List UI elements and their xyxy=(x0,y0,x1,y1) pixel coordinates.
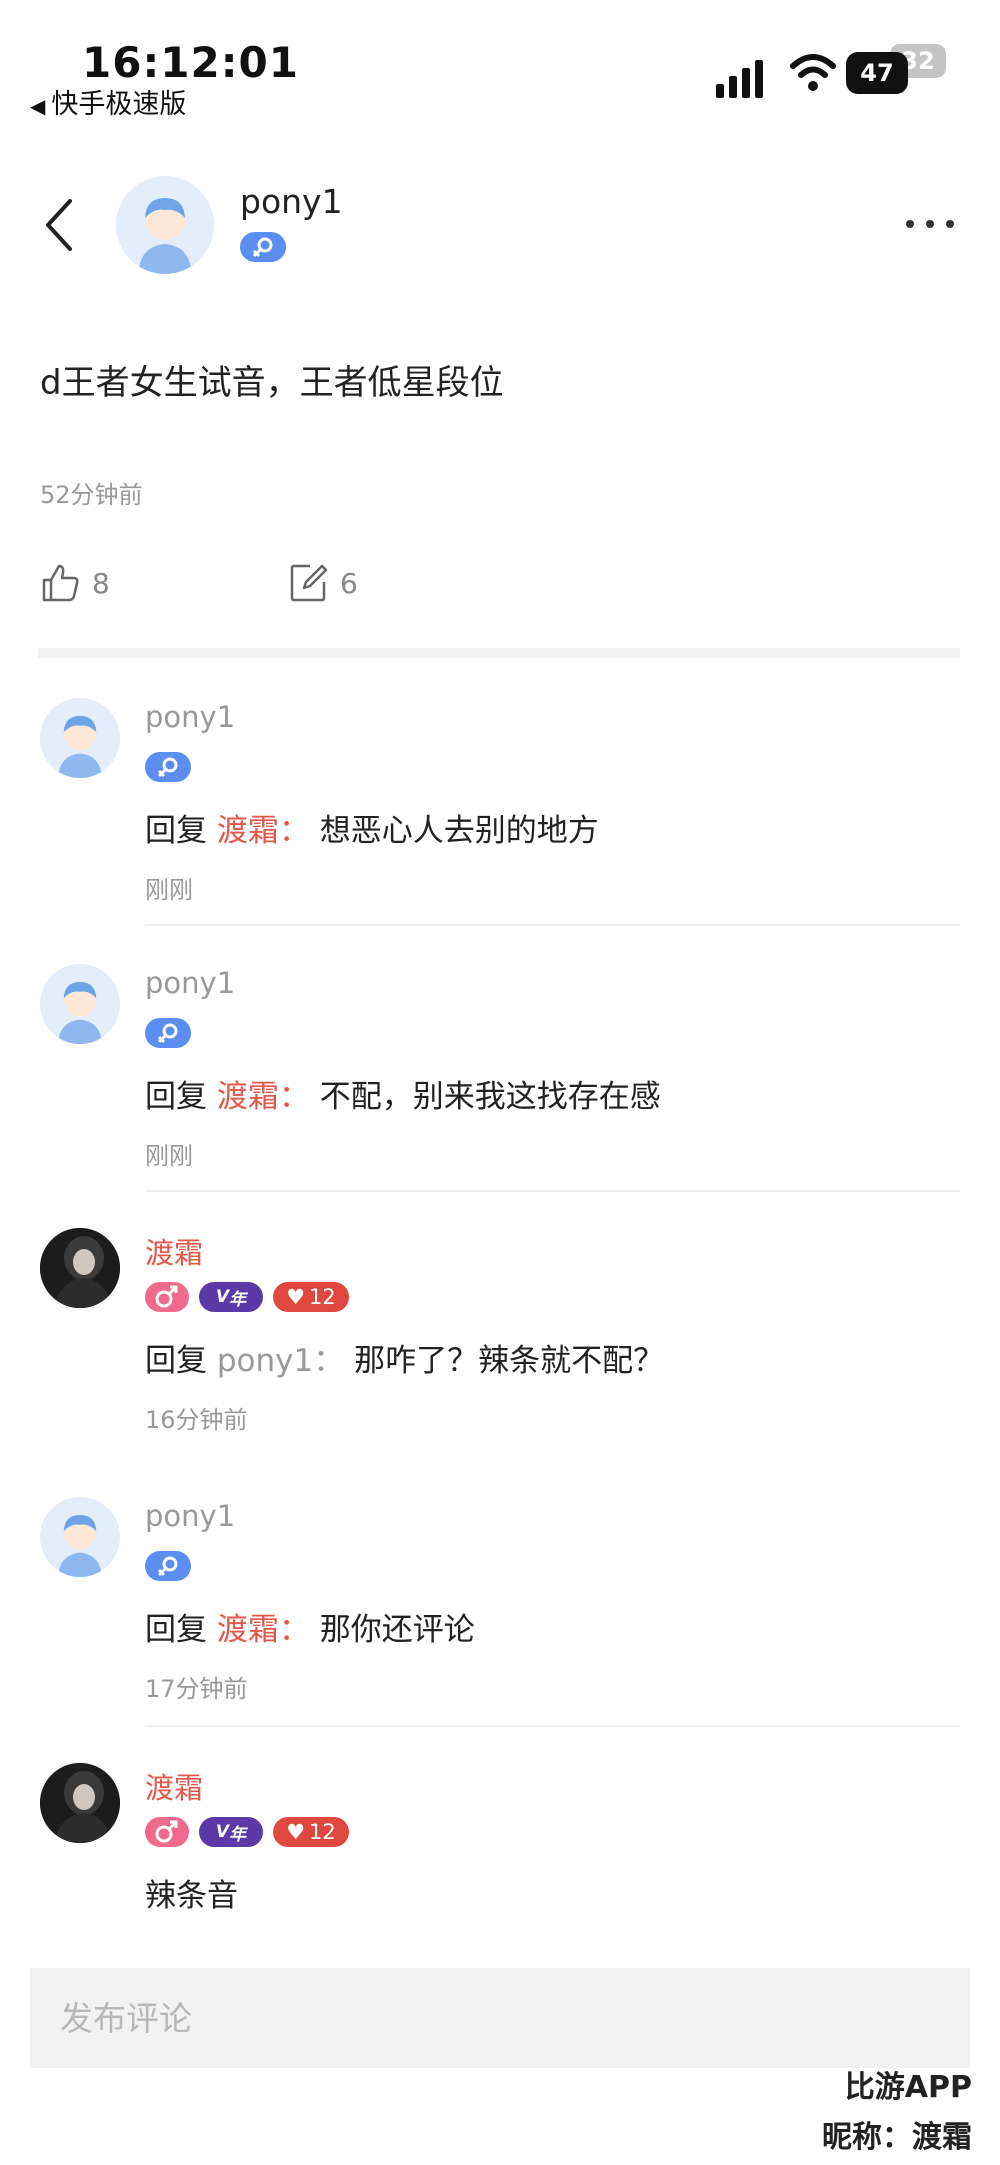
comment-divider xyxy=(145,924,960,926)
reply-target[interactable]: 渡霜： xyxy=(217,813,310,849)
default-avatar-icon xyxy=(40,698,120,778)
commenter-badges: V年 ♥ 12 xyxy=(145,1817,349,1847)
reply-target[interactable]: 渡霜： xyxy=(217,1079,310,1115)
reply-target[interactable]: 渡霜： xyxy=(217,1612,310,1648)
comment-divider xyxy=(145,1190,960,1192)
vip-v-icon: V xyxy=(215,1287,230,1307)
male-gender-badge xyxy=(145,1817,189,1847)
default-avatar-icon xyxy=(40,1497,120,1577)
reply-prefix: 回复 xyxy=(145,1079,207,1115)
author-name[interactable]: pony1 xyxy=(240,182,343,221)
vip-badge: V年 xyxy=(199,1282,263,1312)
reply-prefix: 回复 xyxy=(145,1612,207,1648)
like-count: 8 xyxy=(92,566,110,600)
comment-body: 不配，别来我这找存在感 xyxy=(319,1079,661,1115)
female-gender-badge xyxy=(145,752,191,782)
default-avatar-icon xyxy=(40,964,120,1044)
level-value: 12 xyxy=(309,1820,336,1844)
back-arrow-icon[interactable] xyxy=(40,195,80,255)
commenter-badges xyxy=(145,752,191,782)
female-icon xyxy=(252,237,273,258)
female-gender-badge xyxy=(145,1551,191,1581)
commenter-avatar[interactable] xyxy=(40,1228,120,1308)
default-avatar-icon xyxy=(116,176,214,274)
comment-body: 辣条音 xyxy=(145,1878,238,1914)
comment-button[interactable]: 6 xyxy=(288,562,358,604)
commenter-name[interactable]: pony1 xyxy=(145,1499,235,1533)
commenter-badges xyxy=(145,1551,191,1581)
level-badge: ♥ 12 xyxy=(273,1817,349,1847)
watermark-nickname: 昵称：渡霜 xyxy=(822,2120,972,2155)
comment-text[interactable]: 回复 渡霜： 想恶心人去别的地方 xyxy=(145,805,599,850)
comment-text[interactable]: 回复 pony1： 那咋了？辣条就不配？ xyxy=(145,1335,664,1380)
battery-indicator: 47 xyxy=(846,52,908,94)
reply-prefix: 回复 xyxy=(145,1343,207,1379)
status-time: 16:12:01 xyxy=(82,38,299,87)
level-badge: ♥ 12 xyxy=(273,1282,349,1312)
female-gender-badge xyxy=(240,232,286,262)
post-actions: 8 6 xyxy=(40,562,640,612)
post-header: pony1 xyxy=(0,160,1000,290)
comment-text[interactable]: 回复 渡霜： 不配，别来我这找存在感 xyxy=(145,1071,661,1116)
vip-v-icon: V xyxy=(215,1822,230,1842)
comment-time: 刚刚 xyxy=(145,1142,193,1170)
comment-count: 6 xyxy=(340,566,358,600)
comment-time: 刚刚 xyxy=(145,876,193,904)
commenter-name[interactable]: pony1 xyxy=(145,700,235,734)
comment-divider xyxy=(145,1725,960,1727)
comment-time: 17分钟前 xyxy=(145,1675,248,1703)
female-icon xyxy=(157,757,178,778)
vip-badge: V年 xyxy=(199,1817,263,1847)
comment-body: 那咋了？辣条就不配？ xyxy=(354,1343,665,1379)
more-options-icon[interactable] xyxy=(906,216,958,232)
wifi-icon xyxy=(790,54,836,91)
comment-text[interactable]: 辣条音 xyxy=(145,1870,238,1915)
comment-input[interactable] xyxy=(30,1968,970,2068)
commenter-avatar[interactable] xyxy=(40,698,120,778)
female-icon xyxy=(157,1556,178,1577)
watermark-app: 比游APP xyxy=(844,2070,972,2105)
comment-time: 16分钟前 xyxy=(145,1406,248,1434)
commenter-name[interactable]: pony1 xyxy=(145,966,235,1000)
reply-prefix: 回复 xyxy=(145,813,207,849)
commenter-name[interactable]: 渡霜 xyxy=(145,1230,203,1272)
commenter-name[interactable]: 渡霜 xyxy=(145,1765,203,1807)
back-triangle-icon: ◀ xyxy=(30,94,46,118)
commenter-avatar[interactable] xyxy=(40,1763,120,1843)
back-app-label: 快手极速版 xyxy=(51,89,187,120)
photo-avatar-icon xyxy=(40,1228,120,1308)
thumbs-up-icon xyxy=(42,564,79,602)
commenter-avatar[interactable] xyxy=(40,1497,120,1577)
male-gender-badge xyxy=(145,1282,189,1312)
like-button[interactable]: 8 xyxy=(40,562,110,604)
commenter-badges: V年 ♥ 12 xyxy=(145,1282,349,1312)
male-icon xyxy=(155,1820,178,1843)
reply-target[interactable]: pony1： xyxy=(217,1343,344,1379)
commenter-avatar[interactable] xyxy=(40,964,120,1044)
male-icon xyxy=(155,1285,178,1308)
heart-icon: ♥ xyxy=(286,1820,306,1844)
vip-label: 年 xyxy=(229,1289,247,1310)
level-value: 12 xyxy=(309,1285,336,1309)
post-time: 52分钟前 xyxy=(40,481,143,509)
author-avatar[interactable] xyxy=(116,176,214,274)
signal-icon xyxy=(716,58,768,98)
comment-input-bar xyxy=(30,1968,970,2068)
vip-label: 年 xyxy=(229,1824,247,1845)
commenter-badges xyxy=(145,1018,191,1048)
status-bar: 16:12:01 ◀ 快手极速版 32 47 xyxy=(0,0,1000,130)
female-icon xyxy=(157,1023,178,1044)
back-to-app-link[interactable]: ◀ 快手极速版 xyxy=(30,82,186,121)
comment-body: 想恶心人去别的地方 xyxy=(319,813,599,849)
post-content: d王者女生试音，王者低星段位 xyxy=(40,363,504,403)
female-gender-badge xyxy=(145,1018,191,1048)
comment-text[interactable]: 回复 渡霜： 那你还评论 xyxy=(145,1604,475,1649)
section-divider xyxy=(38,648,960,658)
photo-avatar-icon xyxy=(40,1763,120,1843)
edit-comment-icon xyxy=(290,564,328,602)
comment-body: 那你还评论 xyxy=(319,1612,475,1648)
heart-icon: ♥ xyxy=(286,1285,306,1309)
